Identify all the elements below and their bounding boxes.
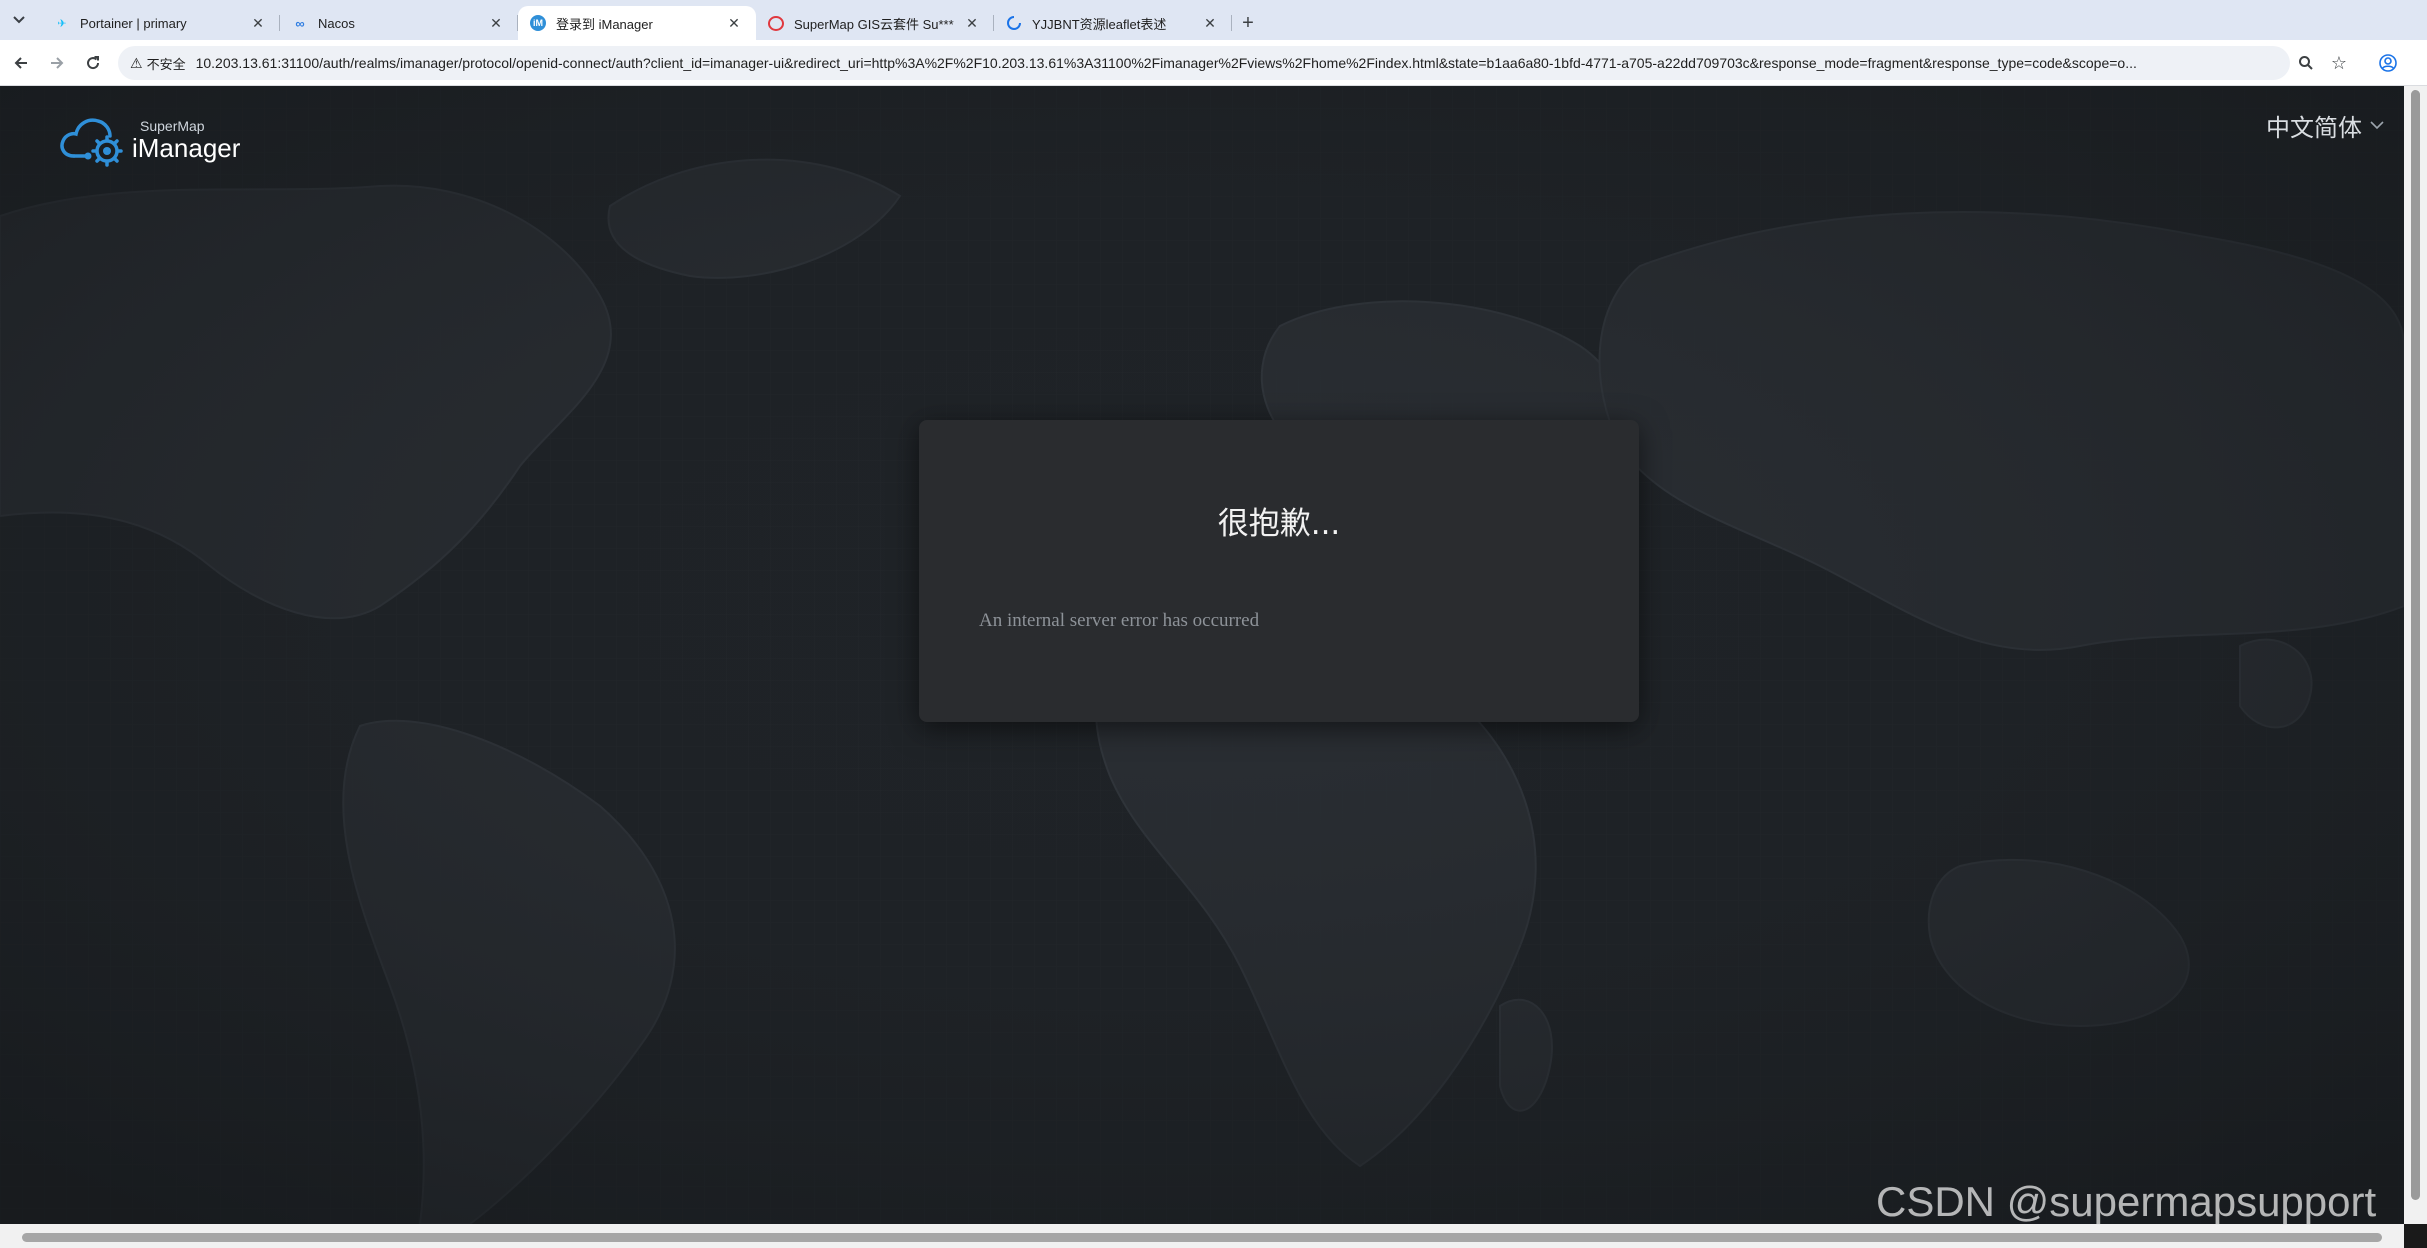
logo-title: iManager [132,133,241,163]
tab-label: YJJBNT资源leaflet表述 [1032,16,1167,32]
tab-label: SuperMap GIS云套件 Su***a [794,16,954,32]
tab-supermap[interactable]: SuperMap GIS云套件 Su***a ✕ [756,6,994,40]
imanager-logo: SuperMap iManager [58,112,240,168]
tab-label: 登录到 iManager [556,16,653,32]
star-icon: ☆ [2330,52,2348,73]
back-button[interactable] [8,50,34,76]
close-icon[interactable]: ✕ [964,15,980,32]
zoom-icon [2299,56,2313,70]
chevron-down-icon [13,16,25,24]
chevron-down-icon [2370,117,2384,135]
reload-button[interactable] [80,50,106,76]
tab-portainer[interactable]: ✈ Portainer | primary ✕ [42,6,280,40]
scrollbar-thumb[interactable] [2411,90,2420,1200]
security-indicator[interactable]: ⚠ 不安全 [130,54,196,73]
close-icon[interactable]: ✕ [726,15,742,32]
nacos-icon: ∞ [295,15,305,31]
logo-subtitle: SuperMap [140,118,205,134]
logo-text: SuperMap iManager [132,119,240,161]
tab-list: ✈ Portainer | primary ✕ ∞ Nacos ✕ iM 登录到… [42,6,1264,40]
language-selector[interactable]: 中文简体 [2266,108,2384,143]
scrollbar-corner [2404,1224,2427,1248]
vertical-scrollbar[interactable] [2404,86,2427,1224]
loading-icon [1006,15,1022,31]
profile-icon [2379,54,2397,72]
error-message: An internal server error has occurred [979,610,1260,631]
imanager-icon: iM [530,15,546,31]
tab-yjjbnt[interactable]: YJJBNT资源leaflet表述 ✕ [994,6,1232,40]
tab-search-button[interactable] [6,8,32,32]
tab-strip: ✈ Portainer | primary ✕ ∞ Nacos ✕ iM 登录到… [0,0,2427,40]
browser-toolbar: ⚠ 不安全 10.203.13.61:31100/auth/realms/ima… [0,40,2427,86]
horizontal-scrollbar[interactable] [0,1224,2404,1248]
url-text[interactable]: 10.203.13.61:31100/auth/realms/imanager/… [196,55,2290,71]
warning-icon: ⚠ [130,54,143,71]
tab-imanager[interactable]: iM 登录到 iManager ✕ [518,6,756,40]
arrow-left-icon [14,57,27,69]
supermap-icon [768,15,784,31]
tab-nacos[interactable]: ∞ Nacos ✕ [280,6,518,40]
new-tab-button[interactable]: + [1232,6,1264,40]
close-icon[interactable]: ✕ [1202,15,1218,32]
profile-button[interactable] [2375,50,2401,76]
plus-icon: + [1242,11,1254,34]
portainer-icon: ✈ [57,17,67,30]
close-icon[interactable]: ✕ [488,15,504,32]
reload-icon [87,56,100,70]
forward-button[interactable] [44,50,70,76]
address-bar[interactable]: ⚠ 不安全 10.203.13.61:31100/auth/realms/ima… [118,46,2290,80]
close-icon[interactable]: ✕ [250,15,266,32]
error-title: 很抱歉... [1217,506,1341,542]
security-label: 不安全 [146,56,186,72]
watermark: CSDN @supermapsupport [1876,1178,2377,1225]
scrollbar-thumb[interactable] [22,1233,2382,1242]
error-dialog: 很抱歉... An internal server error has occu… [919,420,1639,722]
cloud-gear-icon [60,118,123,167]
language-label: 中文简体 [2266,115,2362,142]
tab-label: Portainer | primary [80,15,187,31]
login-page: SuperMap iManager 中文简体 很抱歉... An interna… [0,86,2404,1224]
arrow-right-icon [51,57,64,69]
bookmark-button[interactable]: ☆ [2326,50,2352,76]
tab-label: Nacos [318,15,355,31]
zoom-button[interactable] [2293,50,2319,76]
